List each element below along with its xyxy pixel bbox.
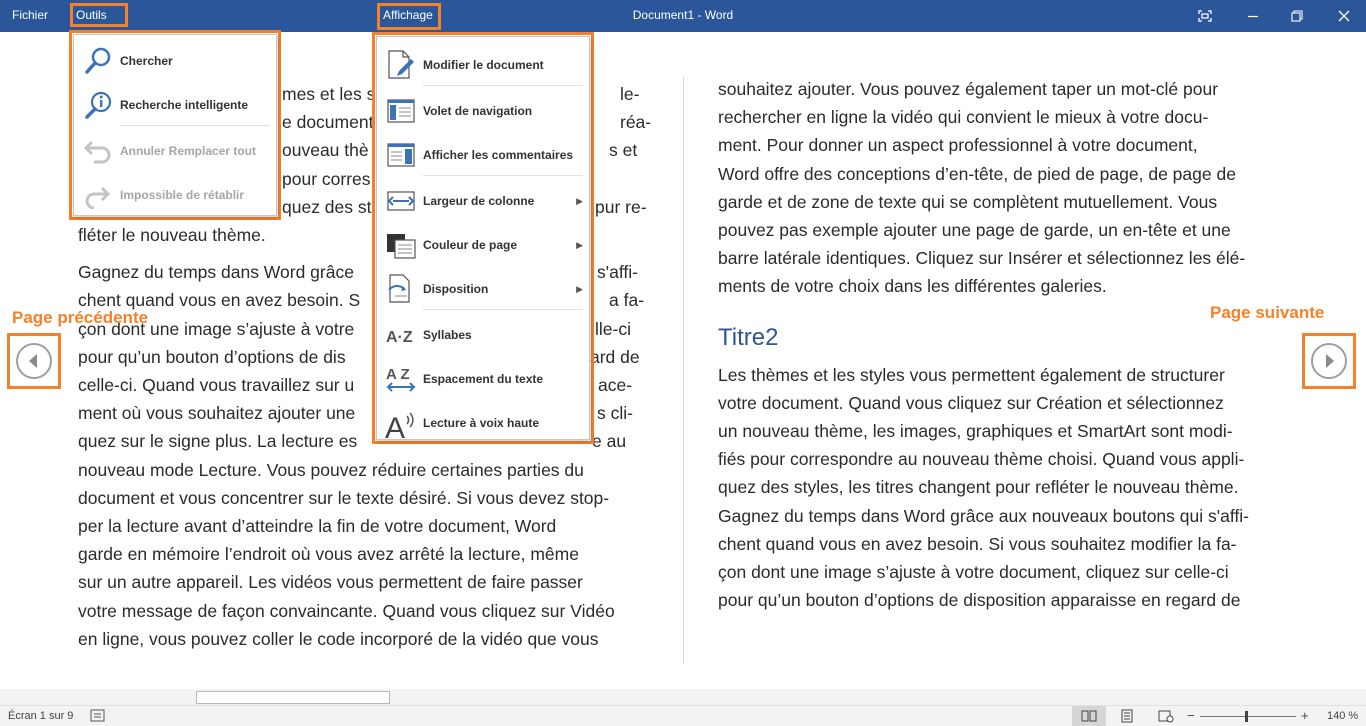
focus-mode-button[interactable]: [1195, 6, 1215, 26]
chevron-right-icon: [1311, 343, 1347, 379]
edit-document-icon: [388, 50, 414, 79]
menu-item-syllabes[interactable]: A·Z Syllabes: [377, 313, 589, 357]
menu-item-modifier-document[interactable]: Modifier le document: [377, 43, 589, 87]
zoom-in-button[interactable]: +: [1301, 708, 1309, 723]
menu-item-retablir[interactable]: Impossible de rétablir: [74, 173, 276, 217]
close-button[interactable]: [1334, 6, 1354, 26]
layout-icon: [388, 274, 410, 303]
syllables-icon: A·Z: [386, 329, 413, 346]
chevron-left-icon: [16, 343, 52, 379]
focus-icon: [1198, 10, 1212, 22]
submenu-arrow-icon: ▶: [576, 239, 583, 250]
minimize-button[interactable]: [1243, 6, 1263, 26]
page-info: Écran 1 sur 9: [8, 710, 74, 722]
menu-item-volet-navigation[interactable]: Volet de navigation: [377, 89, 589, 133]
read-aloud-icon: A: [385, 412, 414, 440]
print-layout-icon: [1121, 709, 1133, 723]
smart-lookup-icon: [85, 91, 112, 119]
page-color-icon: [387, 234, 416, 259]
search-icon: [85, 47, 111, 74]
zoom-slider[interactable]: [1200, 711, 1296, 722]
web-layout-button[interactable]: [1158, 709, 1174, 726]
title-bar: Fichier Outils Affichage Document1 - Wor…: [0, 0, 1366, 32]
next-page-label: Page suivante: [1210, 303, 1325, 322]
horizontal-scrollbar[interactable]: [0, 689, 1366, 705]
zoom-level[interactable]: 140 %: [1327, 710, 1358, 722]
status-bar: Écran 1 sur 9 − + 140 %: [0, 705, 1366, 726]
prev-page-label: Page précédente: [12, 308, 149, 327]
menu-item-espacement-texte[interactable]: A Z Espacement du texte: [377, 357, 589, 401]
close-icon: [1338, 10, 1350, 22]
svg-text:A: A: [385, 412, 405, 440]
heading-titre2: Titre2: [718, 323, 779, 351]
redo-icon: [85, 186, 111, 210]
undo-icon: [83, 140, 111, 164]
svg-text:A Z: A Z: [386, 366, 410, 383]
menu-item-recherche-intelligente[interactable]: Recherche intelligente: [74, 83, 276, 127]
navigation-pane-icon: [387, 99, 415, 123]
next-page-button[interactable]: [1302, 333, 1356, 389]
menu-item-afficher-commentaires[interactable]: Afficher les commentaires: [377, 133, 589, 177]
scrollbar-thumb[interactable]: [196, 691, 390, 704]
menu-item-chercher[interactable]: Chercher: [74, 39, 276, 83]
restore-button[interactable]: [1287, 6, 1307, 26]
column-width-icon: [387, 191, 415, 211]
text-spacing-icon: A Z: [386, 366, 416, 392]
zoom-slider-thumb[interactable]: [1245, 711, 1249, 722]
read-mode-button[interactable]: [1072, 706, 1106, 726]
submenu-arrow-icon: ▶: [576, 283, 583, 294]
submenu-arrow-icon: ▶: [576, 195, 583, 206]
affichage-menu: Modifier le document Volet de navigation…: [376, 36, 590, 440]
column-divider: [683, 76, 684, 664]
menu-item-annuler[interactable]: Annuler Remplacer tout: [74, 129, 276, 173]
read-mode-icon: [1081, 710, 1097, 722]
restore-icon: [1291, 10, 1303, 22]
web-layout-icon: [1158, 710, 1174, 723]
svg-text:A·Z: A·Z: [386, 329, 413, 346]
print-layout-button[interactable]: [1120, 709, 1134, 726]
document-column-right: souhaitez ajouter. Vous pouvez également…: [718, 79, 1249, 611]
outils-highlight: [70, 3, 128, 27]
minimize-icon: [1248, 15, 1258, 18]
window-title: Document1 - Word: [632, 8, 734, 22]
prev-page-button[interactable]: [7, 333, 61, 389]
menu-item-lecture-voix-haute[interactable]: A Lecture à voix haute: [377, 401, 589, 445]
menu-item-disposition[interactable]: Disposition ▶: [377, 267, 589, 311]
menu-fichier[interactable]: Fichier: [12, 8, 48, 22]
comments-icon: [387, 143, 415, 167]
zoom-out-button[interactable]: −: [1187, 708, 1195, 723]
affichage-highlight: [377, 3, 441, 30]
outils-menu: Chercher Recherche intelligente Annuler …: [73, 34, 277, 216]
menu-item-couleur-page[interactable]: Couleur de page ▶: [377, 223, 589, 267]
proofing-icon[interactable]: [90, 709, 106, 726]
menu-item-largeur-colonne[interactable]: Largeur de colonne ▶: [377, 179, 589, 223]
